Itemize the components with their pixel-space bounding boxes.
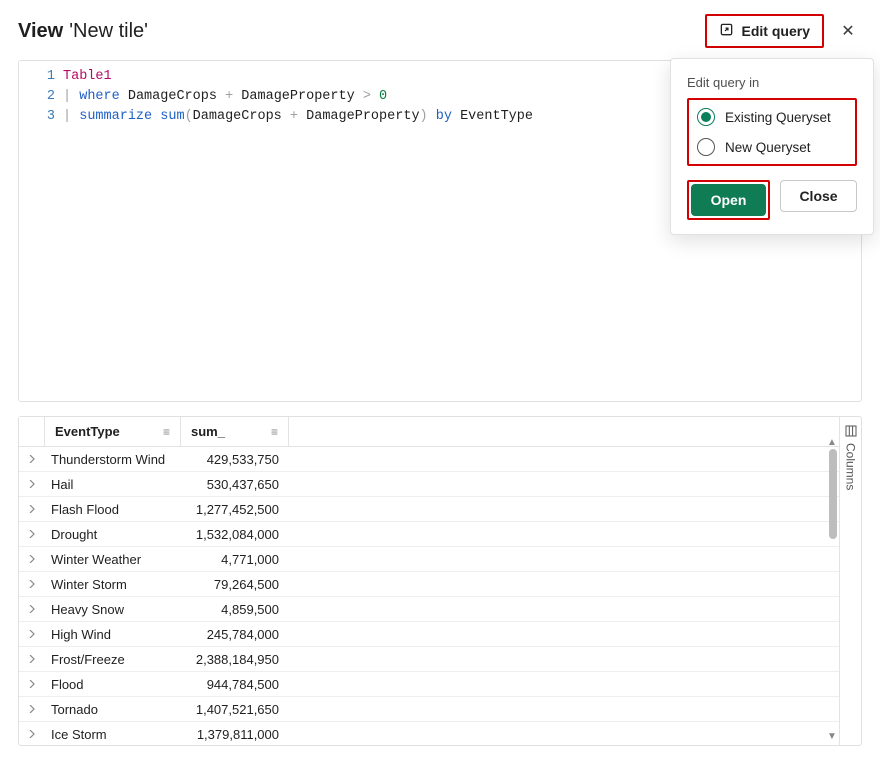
table-row[interactable]: Hail530,437,650	[19, 472, 839, 497]
expand-row-icon[interactable]	[19, 630, 45, 638]
cell-eventtype: Thunderstorm Wind	[45, 452, 181, 467]
expand-row-icon[interactable]	[19, 730, 45, 738]
cell-sum: 2,388,184,950	[181, 652, 289, 667]
column-menu-icon[interactable]: ≡	[163, 425, 170, 439]
radio-label: New Queryset	[725, 140, 811, 155]
scrollbar-thumb[interactable]	[829, 449, 837, 539]
table-row[interactable]: High Wind245,784,000	[19, 622, 839, 647]
edit-query-label: Edit query	[742, 23, 810, 39]
radio-new-queryset[interactable]: New Queryset	[693, 132, 851, 162]
expand-row-icon[interactable]	[19, 655, 45, 663]
table-row[interactable]: Thunderstorm Wind429,533,750	[19, 447, 839, 472]
cell-sum: 4,859,500	[181, 602, 289, 617]
table-row[interactable]: Ice Storm1,379,811,000	[19, 722, 839, 745]
table-body[interactable]: Thunderstorm Wind429,533,750Hail530,437,…	[19, 447, 839, 745]
queryset-radio-group: Existing Queryset New Queryset	[687, 98, 857, 166]
table-row[interactable]: Winter Weather4,771,000	[19, 547, 839, 572]
edit-query-popup: Edit query in Existing Queryset New Quer…	[670, 58, 874, 235]
cell-eventtype: Tornado	[45, 702, 181, 717]
tile-name: 'New tile'	[69, 20, 148, 43]
cell-eventtype: High Wind	[45, 627, 181, 642]
cell-sum: 1,277,452,500	[181, 502, 289, 517]
cell-sum: 1,407,521,650	[181, 702, 289, 717]
edit-query-button[interactable]: Edit query	[705, 14, 824, 48]
column-header-eventtype[interactable]: EventType ≡	[45, 417, 181, 446]
column-header-sum[interactable]: sum_ ≡	[181, 417, 289, 446]
close-icon: ✕	[841, 21, 854, 41]
table-row[interactable]: Tornado1,407,521,650	[19, 697, 839, 722]
radio-icon	[697, 108, 715, 126]
close-button[interactable]: Close	[780, 180, 857, 212]
open-button[interactable]: Open	[691, 184, 766, 216]
page-title: View 'New tile'	[18, 20, 148, 43]
radio-existing-queryset[interactable]: Existing Queryset	[693, 102, 851, 132]
cell-sum: 1,379,811,000	[181, 727, 289, 742]
header-actions: Edit query ✕	[705, 14, 862, 48]
dialog-header: View 'New tile' Edit query ✕	[18, 14, 862, 48]
table-row[interactable]: Drought1,532,084,000	[19, 522, 839, 547]
cell-eventtype: Ice Storm	[45, 727, 181, 742]
expand-row-icon[interactable]	[19, 455, 45, 463]
cell-sum: 1,532,084,000	[181, 527, 289, 542]
column-menu-icon[interactable]: ≡	[271, 425, 278, 439]
cell-eventtype: Drought	[45, 527, 181, 542]
expand-row-icon[interactable]	[19, 705, 45, 713]
table-row[interactable]: Flood944,784,500	[19, 672, 839, 697]
cell-eventtype: Flash Flood	[45, 502, 181, 517]
cell-sum: 245,784,000	[181, 627, 289, 642]
cell-eventtype: Flood	[45, 677, 181, 692]
cell-eventtype: Winter Storm	[45, 577, 181, 592]
cell-eventtype: Winter Weather	[45, 552, 181, 567]
table-row[interactable]: Winter Storm79,264,500	[19, 572, 839, 597]
cell-eventtype: Hail	[45, 477, 181, 492]
expand-row-icon[interactable]	[19, 555, 45, 563]
view-label: View	[18, 20, 63, 43]
open-external-icon	[719, 22, 734, 40]
cell-sum: 530,437,650	[181, 477, 289, 492]
radio-icon	[697, 138, 715, 156]
expand-row-icon[interactable]	[19, 530, 45, 538]
table-header: EventType ≡ sum_ ≡	[19, 417, 839, 447]
cell-sum: 944,784,500	[181, 677, 289, 692]
columns-side-tab[interactable]: Columns	[839, 417, 861, 745]
columns-icon	[844, 425, 858, 437]
expand-row-icon[interactable]	[19, 680, 45, 688]
table-row[interactable]: Flash Flood1,277,452,500	[19, 497, 839, 522]
code-content: Table1 | where DamageCrops + DamagePrope…	[63, 61, 533, 401]
expand-row-icon[interactable]	[19, 505, 45, 513]
popup-label: Edit query in	[687, 75, 857, 90]
results-panel: EventType ≡ sum_ ≡ Thunderstorm Wind429,…	[18, 416, 862, 746]
expand-all-column[interactable]	[19, 417, 45, 446]
cell-sum: 429,533,750	[181, 452, 289, 467]
columns-tab-label: Columns	[844, 443, 858, 490]
cell-sum: 4,771,000	[181, 552, 289, 567]
popup-actions: Open Close	[687, 180, 857, 220]
expand-row-icon[interactable]	[19, 605, 45, 613]
expand-row-icon[interactable]	[19, 580, 45, 588]
radio-label: Existing Queryset	[725, 110, 831, 125]
cell-eventtype: Frost/Freeze	[45, 652, 181, 667]
expand-row-icon[interactable]	[19, 480, 45, 488]
cell-sum: 79,264,500	[181, 577, 289, 592]
scroll-up-icon[interactable]: ▲	[827, 437, 837, 447]
cell-eventtype: Heavy Snow	[45, 602, 181, 617]
table-row[interactable]: Heavy Snow4,859,500	[19, 597, 839, 622]
line-gutter: 1 2 3	[19, 61, 63, 401]
scroll-down-icon[interactable]: ▼	[827, 731, 837, 741]
table-row[interactable]: Frost/Freeze2,388,184,950	[19, 647, 839, 672]
close-dialog-button[interactable]: ✕	[834, 17, 862, 45]
